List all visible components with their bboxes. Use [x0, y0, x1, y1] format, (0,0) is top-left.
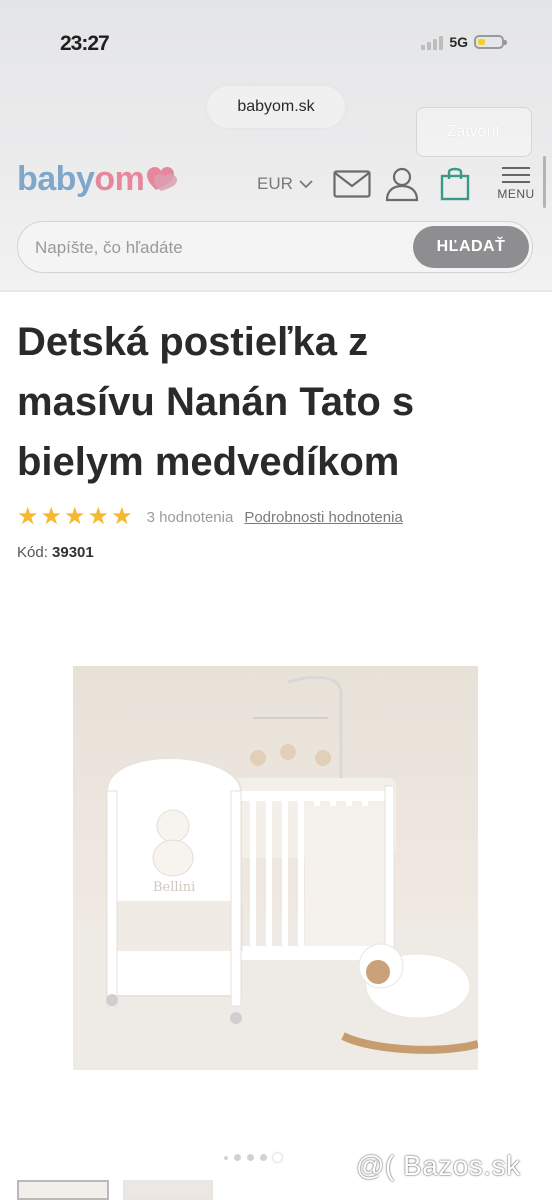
site-logo[interactable]: baby om — [17, 160, 181, 199]
search-button[interactable]: HĽADAŤ — [413, 226, 529, 268]
header-divider — [0, 290, 552, 292]
user-icon[interactable] — [384, 166, 420, 202]
star-icon: ★ — [17, 503, 39, 530]
product-rating: ★ ★ ★ ★ ★ 3 hodnotenia Podrobnosti hodno… — [17, 505, 403, 529]
logo-text-om: om — [94, 160, 145, 198]
menu-button[interactable]: MENU — [494, 162, 538, 201]
crib-illustration: Bellini — [73, 675, 478, 1070]
search-bar: Napíšte, čo hľadáte HĽADAŤ — [17, 221, 533, 273]
gallery-dot[interactable] — [224, 1155, 228, 1160]
headboard-text: Bellini — [153, 880, 195, 895]
search-input[interactable]: Napíšte, čo hľadáte — [35, 238, 183, 258]
url-bar[interactable]: babyom.sk — [207, 86, 345, 128]
gallery-thumbnail[interactable] — [123, 1180, 213, 1200]
cart-icon[interactable] — [440, 165, 470, 201]
product-image[interactable]: Bellini — [73, 666, 478, 1070]
logo-heart-icon — [147, 166, 178, 191]
product-code-label: Kód: — [17, 544, 48, 561]
product-code: Kód: 39301 — [17, 544, 94, 561]
signal-icon — [421, 34, 444, 50]
hamburger-icon — [494, 167, 538, 183]
star-icon: ★ — [87, 503, 110, 530]
currency-selector[interactable]: EUR — [257, 174, 313, 194]
battery-icon — [474, 35, 507, 49]
gallery-dot-active[interactable] — [273, 1153, 282, 1162]
rating-count: 3 hodnotenia — [146, 508, 234, 526]
gallery-thumbnail[interactable] — [17, 1180, 109, 1200]
star-icon: ★ — [64, 503, 86, 530]
star-icon: ★ — [40, 503, 63, 530]
bazos-watermark: @( Bazos.sk — [356, 1150, 521, 1181]
currency-label: EUR — [257, 174, 293, 193]
gallery-dot[interactable] — [260, 1154, 267, 1161]
mail-icon[interactable] — [333, 170, 371, 198]
rating-stars: ★ ★ ★ ★ ★ — [17, 505, 133, 529]
url-text: babyom.sk — [237, 98, 315, 115]
network-type: 5G — [449, 34, 468, 50]
menu-label: MENU — [497, 187, 535, 201]
star-icon: ★ — [111, 503, 133, 530]
scrollbar[interactable] — [543, 156, 546, 208]
logo-text-baby: baby — [17, 160, 95, 198]
gallery-dot[interactable] — [234, 1154, 241, 1161]
gallery-dot[interactable] — [247, 1154, 254, 1161]
close-button[interactable]: Zatvoriť — [416, 107, 532, 157]
rating-details-link[interactable]: Podrobnosti hodnotenia — [244, 509, 402, 526]
product-code-value: 39301 — [52, 544, 94, 561]
status-time: 23:27 — [60, 32, 110, 55]
chevron-down-icon — [299, 180, 313, 189]
product-title: Detská postieľka z masívu Nanán Tato s b… — [17, 320, 415, 484]
gallery-pagination — [224, 1153, 282, 1162]
status-indicators: 5G — [421, 34, 507, 50]
